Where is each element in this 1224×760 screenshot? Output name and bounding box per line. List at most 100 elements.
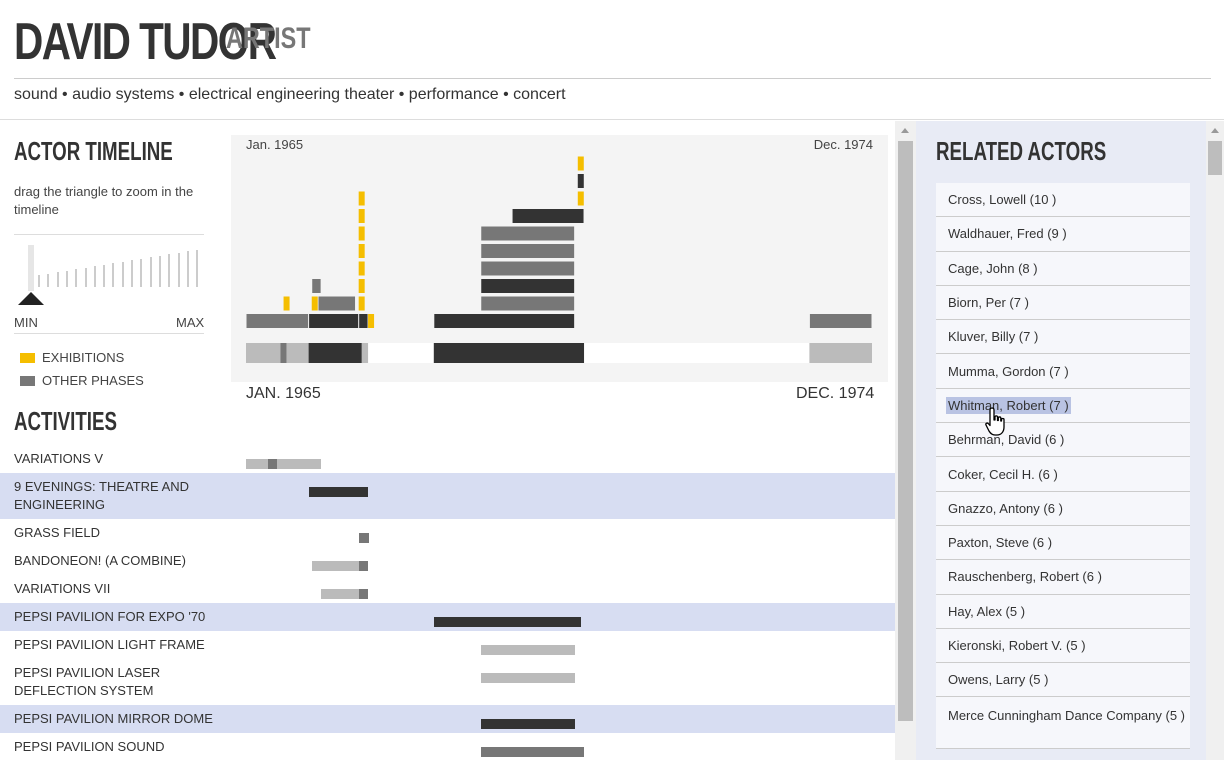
related-actor-item[interactable]: Coker, Cecil H. (6 ) xyxy=(936,457,1190,492)
exhibition-mark xyxy=(358,244,365,258)
activity-row[interactable]: PEPSI PAVILION FOR EXPO '70 xyxy=(0,603,895,631)
activity-label: PEPSI PAVILION LIGHT FRAME xyxy=(14,637,205,652)
zoom-triangle-handle[interactable] xyxy=(18,292,44,305)
exhibition-mark xyxy=(368,314,375,328)
main-scrollbar[interactable] xyxy=(895,121,916,760)
related-actor-label: Kluver, Billy (7 ) xyxy=(948,329,1039,345)
zoom-tick xyxy=(103,264,106,287)
scrollbar-thumb[interactable] xyxy=(898,141,913,721)
activity-row[interactable]: PEPSI PAVILION LASER DEFLECTION SYSTEM xyxy=(0,659,895,705)
legend-exhibitions: EXHIBITIONS xyxy=(20,350,124,365)
scroll-up-arrow-icon[interactable] xyxy=(901,128,909,133)
activity-label: VARIATIONS V xyxy=(14,451,104,466)
related-actor-item[interactable]: Waldhauer, Fred (9 ) xyxy=(936,217,1190,252)
activity-label: BANDONEON! (A COMBINE) xyxy=(14,553,186,568)
related-actor-item[interactable]: Gnazzo, Antony (6 ) xyxy=(936,491,1190,526)
activity-label: PEPSI PAVILION LASER DEFLECTION SYSTEM xyxy=(14,665,161,698)
related-actor-item[interactable]: Merce Cunningham Dance Company (5 ) xyxy=(936,697,1190,750)
overview-bar xyxy=(809,343,872,363)
related-actor-item[interactable]: Rauschenberg, Robert (6 ) xyxy=(936,560,1190,595)
related-actor-label: Cage, John (8 ) xyxy=(948,260,1038,276)
related-actor-label: Hay, Alex (5 ) xyxy=(948,603,1026,619)
zoom-tick xyxy=(75,269,78,287)
activity-row[interactable]: PEPSI PAVILION LIGHT FRAME xyxy=(0,631,895,659)
actor-timeline-chart[interactable]: Jan. 1965 Dec. 1974 xyxy=(231,135,888,382)
exhibition-mark xyxy=(358,191,365,206)
activity-row[interactable]: GRASS FIELD xyxy=(0,519,895,547)
related-actor-label: Kieronski, Robert V. (5 ) xyxy=(948,638,1086,653)
zoom-slider[interactable] xyxy=(14,245,204,309)
zoom-tick xyxy=(140,258,143,287)
phase-bar xyxy=(246,314,309,328)
related-actor-label: Mumma, Gordon (7 ) xyxy=(948,363,1069,379)
related-actor-label: Biorn, Per (7 ) xyxy=(948,295,1029,311)
related-actor-item[interactable]: Cage, John (8 ) xyxy=(936,251,1190,286)
zoom-tick xyxy=(112,263,115,287)
activity-row[interactable]: PEPSI PAVILION SOUND SYSTEM xyxy=(0,733,895,760)
zoom-max-label: MAX xyxy=(176,315,205,330)
activity-row[interactable]: VARIATIONS VII xyxy=(0,575,895,603)
divider xyxy=(14,234,204,235)
zoom-tick xyxy=(47,273,50,287)
activity-label: PEPSI PAVILION FOR EXPO '70 xyxy=(14,609,206,624)
exhibition-mark xyxy=(358,279,365,293)
related-actor-item[interactable]: Whitman, Robert (7 ) xyxy=(936,388,1190,424)
related-actor-item[interactable]: Behrman, David (6 ) xyxy=(936,423,1190,458)
related-actor-item[interactable]: Owens, Larry (5 ) xyxy=(936,663,1190,698)
activity-bar xyxy=(480,719,575,729)
zoom-tick xyxy=(121,261,124,287)
overview-bar xyxy=(308,343,362,363)
legend-other-phases: OTHER PHASES xyxy=(20,373,144,388)
zoom-hint: drag the triangle to zoom in the timelin… xyxy=(14,184,194,217)
activity-bar xyxy=(358,533,370,543)
activity-bar xyxy=(267,459,278,469)
zoom-tick xyxy=(186,251,189,287)
scrollbar-thumb[interactable] xyxy=(1208,141,1222,175)
related-actors-list: Cross, Lowell (10 ) Waldhauer, Fred (9 ) C… xyxy=(936,183,1190,750)
legend-swatch-other xyxy=(20,375,35,386)
related-actor-item[interactable]: Kluver, Billy (7 ) xyxy=(936,320,1190,355)
activity-row[interactable]: 9 EVENINGS: THEATRE AND ENGINEERING xyxy=(0,473,895,519)
exhibition-mark xyxy=(358,226,365,241)
related-actor-item[interactable]: Mumma, Gordon (7 ) xyxy=(936,354,1190,389)
activity-row[interactable]: PEPSI PAVILION MIRROR DOME xyxy=(0,705,895,733)
zoom-tick xyxy=(38,275,40,287)
range-end-label: Dec. 1974 xyxy=(813,137,873,152)
zoom-tick xyxy=(93,266,96,287)
activity-label: PEPSI PAVILION MIRROR DOME xyxy=(14,711,213,726)
legend-label: EXHIBITIONS xyxy=(42,350,125,365)
timeline-heading: ACTOR TIMELINE xyxy=(14,136,173,166)
zoom-tick xyxy=(131,260,133,287)
related-actor-item[interactable]: Biorn, Per (7 ) xyxy=(936,285,1190,321)
activity-label: PEPSI PAVILION SOUND SYSTEM xyxy=(14,739,165,760)
related-actor-item[interactable]: Kieronski, Robert V. (5 ) xyxy=(936,628,1190,664)
related-actor-item[interactable]: Cross, Lowell (10 ) xyxy=(936,183,1190,218)
scroll-up-arrow-icon[interactable] xyxy=(1211,128,1219,133)
zoom-tick xyxy=(177,252,180,287)
activity-row[interactable]: VARIATIONS V xyxy=(0,445,895,473)
legend-swatch-exhibitions xyxy=(20,352,35,363)
phase-bar xyxy=(434,314,575,328)
related-actor-item[interactable]: Paxton, Steve (6 ) xyxy=(936,525,1190,561)
divider xyxy=(14,333,204,334)
related-actor-label: Waldhauer, Fred (9 ) xyxy=(948,226,1067,242)
overview-bar xyxy=(286,343,309,363)
zoom-tick xyxy=(149,257,152,287)
phase-bar xyxy=(481,296,575,311)
activity-label: VARIATIONS VII xyxy=(14,581,111,596)
activity-label: 9 EVENINGS: THEATRE AND ENGINEERING xyxy=(14,479,190,512)
related-actor-item[interactable]: Hay, Alex (5 ) xyxy=(936,594,1190,629)
related-scrollbar[interactable] xyxy=(1206,121,1224,760)
related-actor-label: Merce Cunningham Dance Company (5 ) xyxy=(948,708,1185,724)
related-actor-label: Cross, Lowell (10 ) xyxy=(948,192,1057,208)
phase-bar xyxy=(359,314,368,328)
activity-bar xyxy=(433,617,581,627)
legend-label: OTHER PHASES xyxy=(42,373,144,388)
activity-bar xyxy=(480,747,585,757)
artist-role: ARTIST xyxy=(226,22,311,55)
exhibition-mark xyxy=(577,191,584,206)
zoom-tick xyxy=(168,254,171,287)
activity-row[interactable]: BANDONEON! (A COMBINE) xyxy=(0,547,895,575)
zoom-tick xyxy=(84,267,87,287)
zoom-tick xyxy=(56,272,59,287)
